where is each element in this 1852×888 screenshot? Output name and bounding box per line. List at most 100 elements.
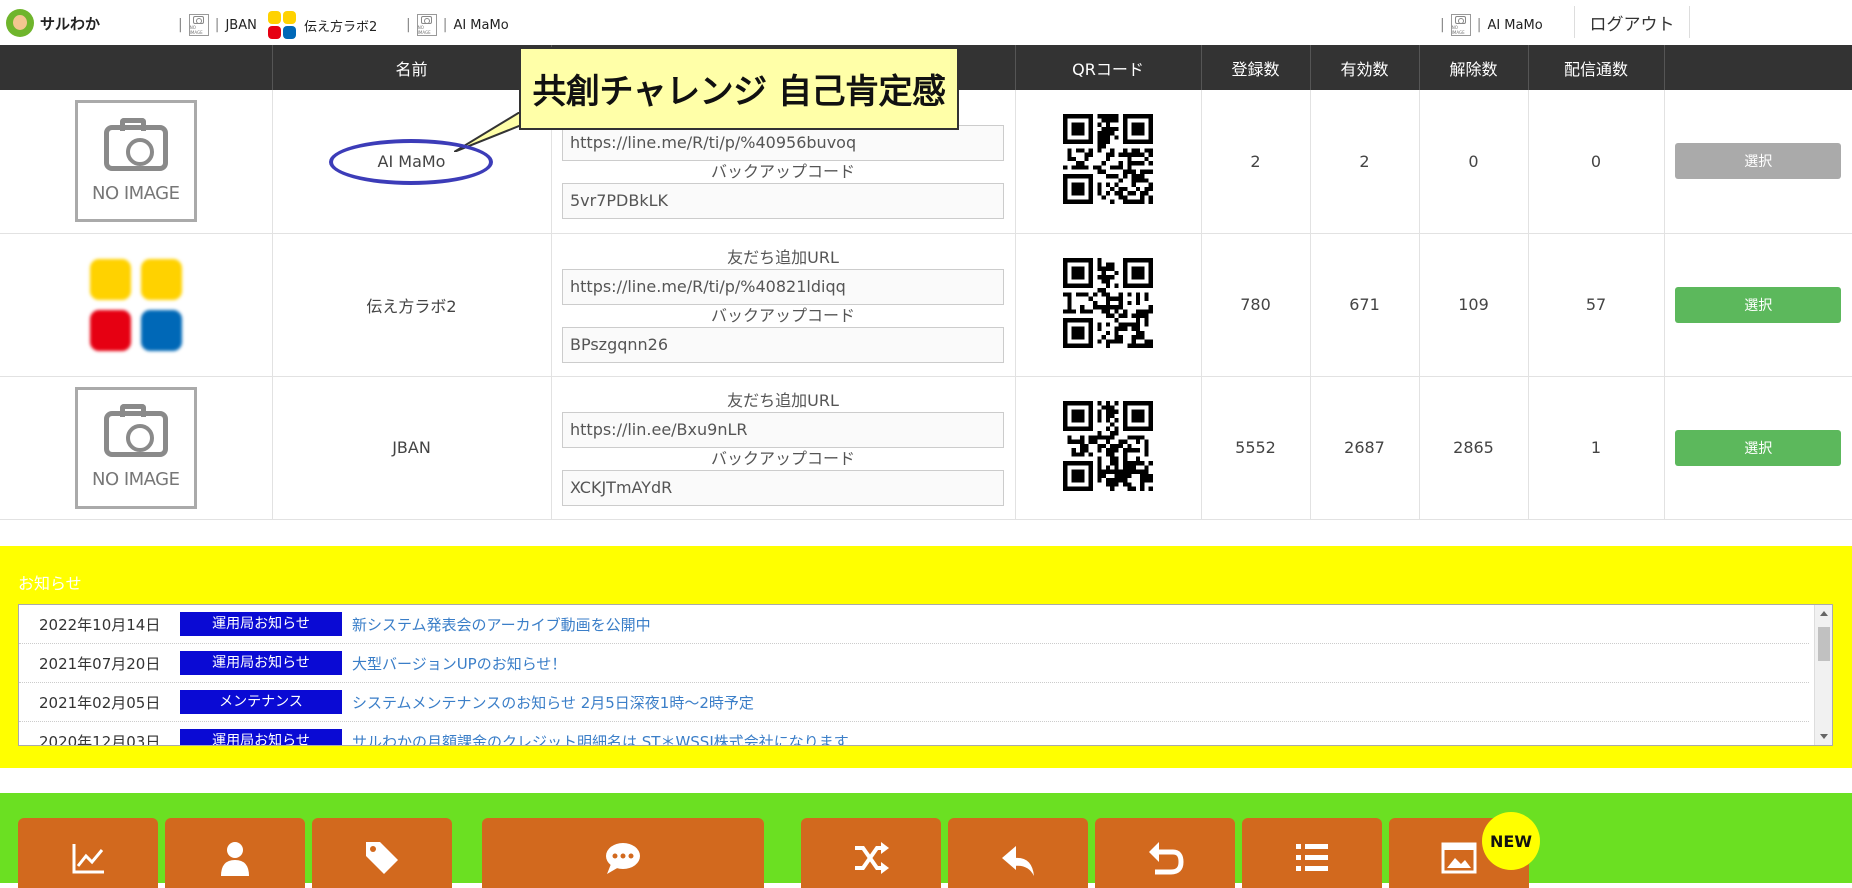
- friend-url-field[interactable]: https://lin.ee/Bxu9nLR: [562, 411, 1004, 448]
- notice-date: 2021年07月20日: [39, 654, 161, 673]
- notice-category-badge: メンテナンス: [180, 690, 342, 714]
- active-count: 2: [1310, 90, 1420, 234]
- active-count: 2687: [1310, 376, 1420, 520]
- scroll-thumb[interactable]: [1818, 627, 1830, 661]
- notice-category-badge: 運用局お知らせ: [180, 729, 342, 745]
- no-image-thumbnail: NO IMAGE: [74, 100, 197, 223]
- col-header-action: [1664, 45, 1852, 90]
- list-item[interactable]: 2020年12月03日 運用局お知らせ サルわかの月額課金のクレジット明細名は …: [19, 722, 1809, 746]
- notice-date: 2022年10月14日: [39, 615, 161, 634]
- logout-button[interactable]: ログアウト: [1574, 6, 1690, 38]
- notice-date: 2021年02月05日: [39, 693, 161, 712]
- notice-link[interactable]: システムメンテナンスのお知らせ 2月5日深夜1時～2時予定: [352, 692, 754, 713]
- no-image-icon: NO IMAGE: [188, 14, 209, 36]
- backup-caption: バックアップコード: [710, 448, 855, 468]
- sent-count: 0: [1528, 90, 1665, 234]
- current-account-label: AI MaMo: [1487, 17, 1543, 33]
- backup-code-field[interactable]: BPszgqnn26: [562, 326, 1004, 363]
- brand-name: サルわか: [40, 14, 101, 33]
- scroll-down-icon[interactable]: [1820, 734, 1828, 739]
- col-header-sent: 配信通数: [1528, 45, 1665, 90]
- reply-icon: [1002, 846, 1034, 876]
- account-switch-label: 伝え方ラボ2: [304, 19, 378, 35]
- camera-icon: [103, 404, 168, 457]
- list-item[interactable]: 2021年07月20日 運用局お知らせ 大型バージョンUPのお知らせ！: [19, 644, 1809, 683]
- friend-url-field[interactable]: https://line.me/R/ti/p/%40956buvoq: [562, 125, 1004, 162]
- backup-code-field[interactable]: 5vr7PDBkLK: [562, 183, 1004, 220]
- col-header-qr: QRコード: [1015, 45, 1202, 90]
- col-header-image: [0, 45, 273, 90]
- current-account[interactable]: | NO IMAGE | AI MaMo: [1434, 10, 1543, 40]
- qr-code-icon: [1063, 400, 1153, 491]
- account-name: 伝え方ラボ2: [272, 233, 552, 377]
- notice-link[interactable]: 新システム発表会のアーカイブ動画を公開中: [352, 614, 651, 635]
- brand-logo[interactable]: サルわか: [6, 8, 100, 38]
- highlight-oval: [329, 139, 493, 185]
- notice-scrollbar[interactable]: [1814, 605, 1832, 745]
- account-switch-aimamo[interactable]: | NO IMAGE | AI MaMo: [400, 10, 509, 40]
- tag-icon: [366, 842, 398, 874]
- user-icon: [221, 842, 249, 876]
- backup-caption: バックアップコード: [710, 162, 855, 182]
- registered-count: 5552: [1201, 376, 1311, 520]
- scroll-up-icon[interactable]: [1820, 611, 1828, 616]
- col-header-cancelled: 解除数: [1419, 45, 1529, 90]
- select-button[interactable]: 選択: [1675, 429, 1842, 466]
- reply-button[interactable]: [948, 818, 1088, 888]
- no-image-label: NO IMAGE: [91, 469, 180, 490]
- notice-category-badge: 運用局お知らせ: [180, 651, 342, 675]
- top-bar: サルわか | NO IMAGE | JBAN 伝え方ラボ2 | NO IMAGE…: [0, 0, 1852, 44]
- registered-count: 2: [1201, 90, 1311, 234]
- account-switch-tsutaekata[interactable]: 伝え方ラボ2: [268, 10, 377, 40]
- sent-count: 57: [1528, 233, 1665, 377]
- undo-icon: [1149, 842, 1184, 875]
- menu-toolbar: [0, 793, 1852, 888]
- col-header-registered: 登録数: [1201, 45, 1311, 90]
- messages-button[interactable]: [482, 818, 764, 888]
- registered-count: 780: [1201, 233, 1311, 377]
- analytics-button[interactable]: [18, 818, 158, 888]
- friend-url-field[interactable]: https://line.me/R/ti/p/%40821ldiqq: [562, 268, 1004, 305]
- new-badge: NEW: [1482, 812, 1540, 870]
- url-caption: 友だち追加URL: [727, 247, 839, 267]
- cancelled-count: 2865: [1419, 376, 1529, 520]
- list-item[interactable]: 2021年02月05日 メンテナンス システムメンテナンスのお知らせ 2月5日深…: [19, 683, 1809, 722]
- table-row: NO IMAGE JBAN 友だち追加URL https://lin.ee/Bx…: [0, 376, 1852, 520]
- url-caption: 友だち追加URL: [727, 390, 839, 410]
- backup-code-field[interactable]: XCKJTmAYdR: [562, 469, 1004, 506]
- select-button[interactable]: 選択: [1675, 143, 1842, 180]
- select-button[interactable]: 選択: [1675, 286, 1842, 323]
- notice-category-badge: 運用局お知らせ: [180, 612, 342, 636]
- media-icon: [1441, 842, 1477, 874]
- shuffle-button[interactable]: [801, 818, 941, 888]
- qr-code-icon: [1063, 114, 1153, 205]
- col-header-name: 名前: [272, 45, 552, 90]
- shuffle-icon: [855, 842, 889, 874]
- notice-list[interactable]: 2022年10月14日 運用局お知らせ 新システム発表会のアーカイブ動画を公開中…: [18, 604, 1833, 746]
- chat-icon: [606, 843, 640, 874]
- tags-button[interactable]: [312, 818, 452, 888]
- tsutaekata-logo-icon: [268, 11, 296, 39]
- camera-icon: [103, 117, 168, 171]
- list-button[interactable]: [1242, 818, 1382, 888]
- table-row: 伝え方ラボ2 友だち追加URL https://line.me/R/ti/p/%…: [0, 233, 1852, 377]
- cancelled-count: 0: [1419, 90, 1529, 234]
- friends-button[interactable]: [165, 818, 305, 888]
- undo-button[interactable]: [1095, 818, 1235, 888]
- active-count: 671: [1310, 233, 1420, 377]
- notice-date: 2020年12月03日: [39, 732, 161, 746]
- account-switch-label: AI MaMo: [453, 17, 509, 33]
- qr-code-icon: [1063, 257, 1153, 348]
- notice-title: お知らせ: [18, 574, 82, 593]
- no-image-icon: NO IMAGE: [1450, 14, 1471, 36]
- no-image-icon: NO IMAGE: [416, 14, 437, 36]
- account-name: JBAN: [272, 376, 552, 520]
- backup-caption: バックアップコード: [710, 305, 855, 325]
- sent-count: 1: [1528, 376, 1665, 520]
- account-switch-jban[interactable]: | NO IMAGE | JBAN: [172, 10, 257, 40]
- list-item[interactable]: 2022年10月14日 運用局お知らせ 新システム発表会のアーカイブ動画を公開中: [19, 605, 1809, 644]
- account-switch-label: JBAN: [225, 17, 257, 33]
- notice-link[interactable]: 大型バージョンUPのお知らせ！: [352, 653, 566, 674]
- notice-link[interactable]: サルわかの月額課金のクレジット明細名は ST＊WSSJ株式会社になります: [352, 731, 849, 746]
- no-image-label: NO IMAGE: [91, 182, 180, 204]
